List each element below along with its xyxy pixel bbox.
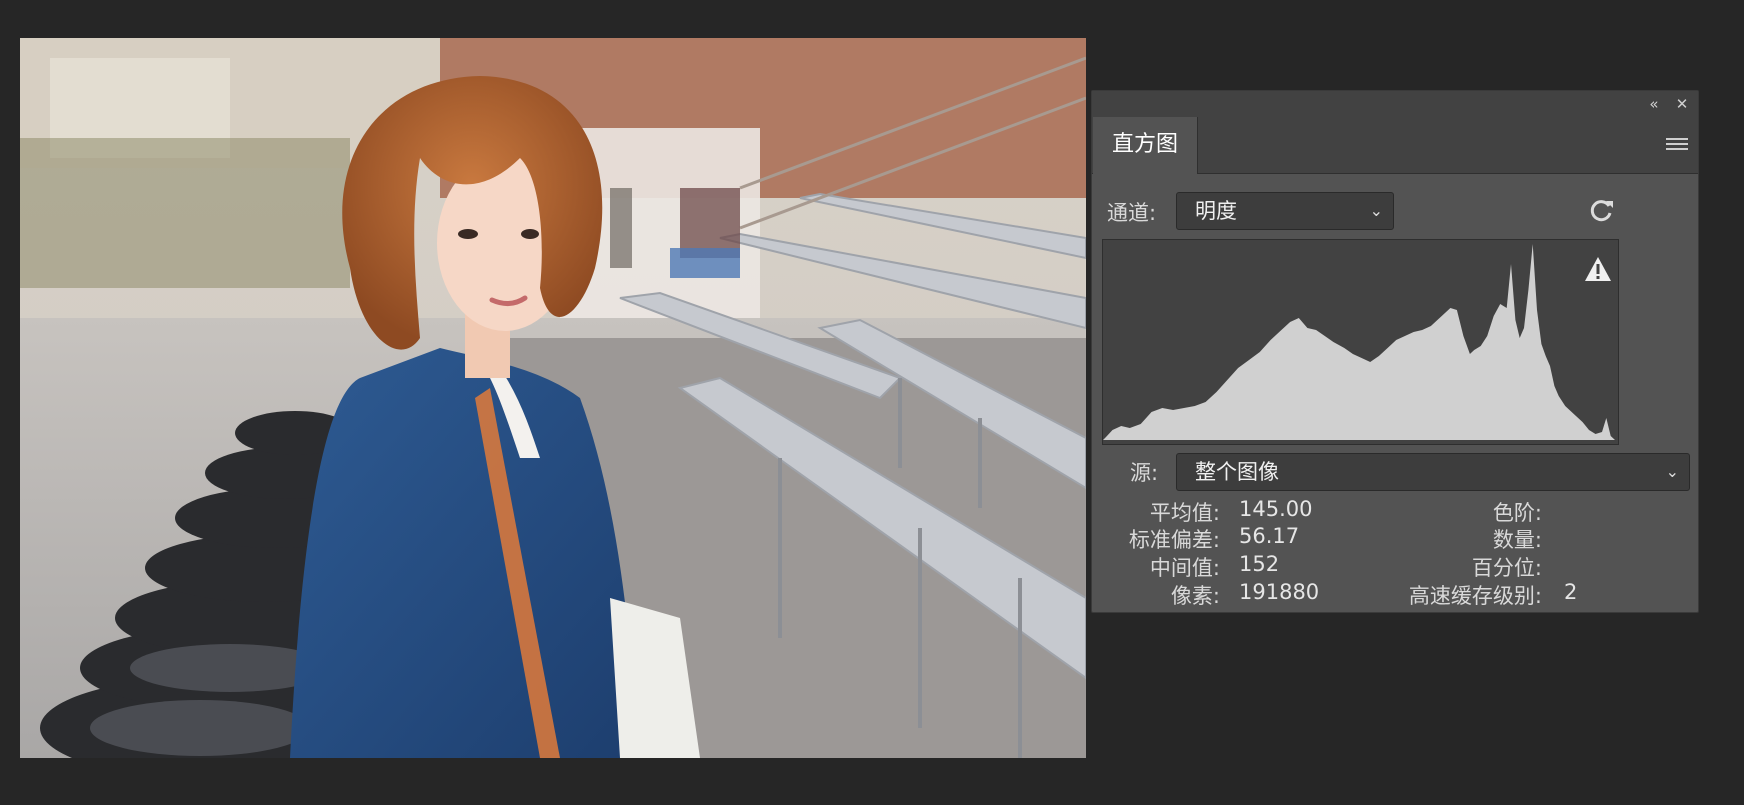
mean-value: 145.00 (1239, 497, 1313, 521)
cached-data-warning-icon[interactable] (1584, 256, 1612, 282)
document-canvas-photo[interactable] (20, 38, 1086, 758)
double-chevron-left-icon[interactable]: « (1644, 94, 1664, 114)
refresh-icon[interactable] (1586, 195, 1616, 225)
percentile-label: 百分位: (1471, 556, 1542, 580)
chevron-down-icon: ⌄ (1369, 201, 1383, 220)
median-label: 中间值: (1149, 556, 1220, 580)
channel-label: 通道: (1107, 201, 1157, 225)
panel-tabbar: 直方图 (1092, 117, 1698, 174)
channel-select[interactable]: 明度 ⌄ (1176, 192, 1394, 230)
cache-level-label: 高速缓存级别: (1408, 584, 1542, 608)
panel-titlebar: « ✕ (1092, 91, 1698, 118)
median-value: 152 (1239, 552, 1280, 576)
histogram-plot (1103, 244, 1615, 440)
stddev-value: 56.17 (1239, 524, 1300, 548)
source-label: 源: (1130, 461, 1159, 485)
pixels-value: 191880 (1239, 580, 1320, 604)
cache-level-value: 2 (1564, 580, 1578, 604)
level-label: 色阶: (1492, 501, 1542, 525)
histogram-graph (1102, 239, 1619, 445)
mean-label: 平均值: (1149, 501, 1220, 525)
source-select[interactable]: 整个图像 ⌄ (1176, 453, 1690, 491)
histogram-panel: « ✕ 直方图 通道: 明度 ⌄ 源: 整个图像 ⌄ 平均值: 145.00 标… (1091, 90, 1699, 613)
tab-histogram[interactable]: 直方图 (1093, 117, 1198, 174)
close-icon[interactable]: ✕ (1672, 94, 1692, 114)
photo-illustration (20, 38, 1086, 758)
hamburger-menu-icon[interactable] (1666, 135, 1688, 155)
count-label: 数量: (1492, 528, 1542, 552)
stddev-label: 标准偏差: (1128, 528, 1220, 552)
chevron-down-icon: ⌄ (1665, 462, 1679, 481)
channel-select-value: 明度 (1195, 199, 1237, 223)
pixels-label: 像素: (1170, 584, 1220, 608)
histogram-luminosity-curve (1103, 244, 1615, 440)
source-select-value: 整个图像 (1195, 460, 1279, 484)
